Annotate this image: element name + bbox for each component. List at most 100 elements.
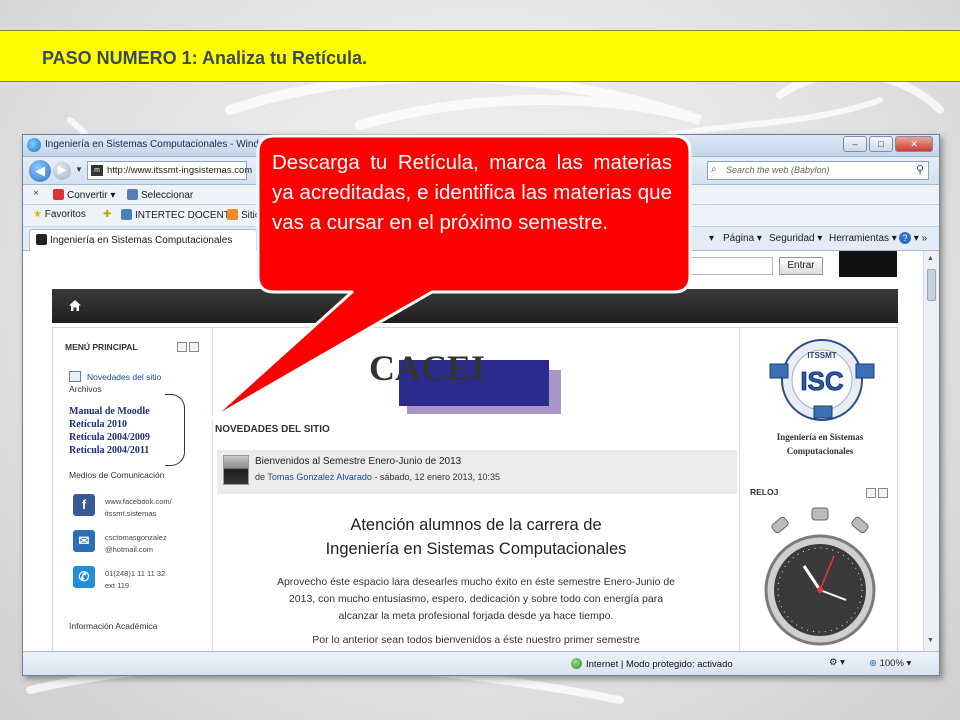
- post-date: - sábado, 12 enero 2013, 10:35: [374, 472, 501, 482]
- zoom-control[interactable]: ⊕ 100% ▾: [869, 658, 911, 669]
- search-provider-icon: ⌕: [711, 164, 717, 175]
- minimize-button[interactable]: –: [843, 136, 867, 152]
- collapse-icon[interactable]: [177, 342, 187, 352]
- stopwatch-clock-icon: [764, 507, 876, 646]
- convert-button[interactable]: Convertir ▾: [53, 189, 115, 201]
- search-icon[interactable]: ⚲: [916, 163, 924, 176]
- mail-icon[interactable]: ✉: [73, 530, 95, 552]
- mail-contact: csctomasgonzalez @hotmail.com: [105, 532, 167, 556]
- home-icon[interactable]: [68, 299, 82, 312]
- slide-header-bar: PASO NUMERO 1: Analiza tu Retícula.: [0, 30, 960, 82]
- top-banner-image: [839, 251, 897, 277]
- favorite-link-sitio[interactable]: Sitio: [227, 209, 260, 221]
- close-toolbar-icon[interactable]: ×: [33, 188, 39, 199]
- favorites-label: Favoritos: [44, 209, 86, 220]
- facebook-icon[interactable]: f: [73, 494, 95, 516]
- menu-herramientas[interactable]: Herramientas ▾: [829, 233, 897, 244]
- select-icon: [127, 189, 138, 200]
- doc-link-reticula-2010[interactable]: Retícula 2010: [69, 419, 127, 430]
- section-title: NOVEDADES DEL SITIO: [215, 424, 330, 435]
- doc-link-manual-moodle[interactable]: Manual de Moodle: [69, 406, 150, 417]
- pdf-icon: [53, 189, 64, 200]
- internet-zone-icon: [571, 658, 582, 669]
- select-button[interactable]: Seleccionar: [127, 189, 193, 201]
- site-navbar: [52, 289, 898, 323]
- help-icon[interactable]: ? ▾ »: [899, 232, 927, 244]
- maximize-button[interactable]: □: [869, 136, 893, 152]
- search-placeholder: Search the web (Babylon): [726, 165, 830, 175]
- announcement-body-2: 2013, con mucho entusiasmo, espero, dedi…: [288, 593, 664, 605]
- announcement-body-1: Aprovecho éste espacio lara desearles mu…: [276, 576, 676, 588]
- tab-content: Ingeniería en Sistemas Computacionales: [36, 234, 232, 246]
- left-sidebar: MENÚ PRINCIPAL Novedades del sitio Archi…: [53, 328, 213, 651]
- announcement-body-4: Por lo anterior sean todos bienvenidos a…: [312, 634, 640, 646]
- ie-logo-icon: [27, 138, 41, 152]
- tab-ingenieria[interactable]: Ingeniería en Sistemas Computacionales: [29, 229, 257, 251]
- announcement-heading-1: Atención alumnos de la carrera de: [350, 516, 602, 534]
- site-favicon: m: [91, 165, 103, 176]
- post-title: Bienvenidos al Semestre Enero-Junio de 2…: [255, 456, 462, 467]
- slide-title: PASO NUMERO 1: Analiza tu Retícula.: [42, 48, 368, 68]
- media-title: Medios de Comunicación: [69, 470, 165, 480]
- vertical-scrollbar[interactable]: ▲ ▼: [923, 251, 939, 651]
- address-text[interactable]: http://www.itssmt-ingsistemas.com: [107, 165, 252, 176]
- page-icon: [121, 209, 132, 220]
- clock-title: RELOJ: [750, 487, 779, 497]
- back-button[interactable]: ◀: [29, 160, 51, 182]
- page-menu-dropdown-icon[interactable]: ▾: [709, 233, 714, 244]
- zoom-icon: ⊕: [869, 658, 877, 669]
- tab-label: Ingeniería en Sistemas Computacionales: [50, 235, 233, 246]
- menu-pagina[interactable]: Página ▾: [723, 233, 762, 244]
- isc-logo: ITSSMT ISC: [769, 339, 875, 421]
- convert-label: Convertir: [67, 190, 108, 201]
- search-input[interactable]: ⌕ Search the web (Babylon) ⚲: [707, 161, 929, 180]
- site-content: MENÚ PRINCIPAL Novedades del sitio Archi…: [52, 327, 898, 651]
- announcement-heading-2: Ingeniería en Sistemas Computacionales: [325, 540, 627, 558]
- dock-icon[interactable]: [189, 342, 199, 352]
- scroll-thumb[interactable]: [927, 269, 936, 301]
- facebook-line-1: www.facebook.com/: [105, 497, 172, 506]
- clock-block-controls[interactable]: [866, 488, 888, 498]
- isc-logo-text: ISC: [800, 366, 844, 396]
- announcement-body-3: alcanzar la meta profesional forjada des…: [338, 610, 614, 622]
- close-window-button[interactable]: ✕: [895, 136, 933, 152]
- isc-caption-1: Ingeniería en Sistemas: [776, 432, 864, 442]
- files-label: Archivos: [69, 384, 102, 394]
- facebook-contact: www.facebook.com/itssmt.sistemas: [105, 496, 172, 520]
- favorite-label-intertec: INTERTEC DOCENTE: [135, 210, 237, 221]
- browser-window-title: Ingeniería en Sistemas Computacionales -…: [45, 139, 283, 150]
- forward-button[interactable]: ▶: [53, 162, 71, 180]
- facebook-line-2: itssmt.sistemas: [105, 509, 157, 518]
- phone-icon[interactable]: ✆: [73, 566, 95, 588]
- isc-logo-top-text: ITSSMT: [807, 351, 836, 360]
- academic-info-title: Información Académica: [69, 621, 158, 631]
- doc-link-reticula-2004-2009[interactable]: Retícula 2004/2009: [69, 432, 150, 443]
- tab-favicon: [36, 234, 47, 245]
- page-viewport: Entrar MENÚ PRINCIPAL Novedades del siti…: [23, 251, 923, 651]
- favorites-button[interactable]: ★ Favoritos: [33, 209, 86, 220]
- phone-line-2: ext 119: [105, 581, 130, 590]
- zoom-level: 100%: [879, 658, 904, 669]
- isc-caption-2: Computacionales: [786, 446, 854, 456]
- doc-link-reticula-2004-2011[interactable]: Retícula 2004/2011: [69, 445, 149, 456]
- login-input[interactable]: [683, 257, 773, 275]
- post-author-link[interactable]: Tomas Gonzalez Alvarado: [267, 472, 372, 482]
- documents-bracket: [165, 394, 185, 466]
- favorite-label-sitio: Sitio: [241, 210, 261, 221]
- select-label: Seleccionar: [141, 190, 194, 201]
- history-dropdown-icon[interactable]: ▼: [75, 165, 83, 174]
- favorite-link-intertec[interactable]: INTERTEC DOCENTE: [121, 209, 237, 221]
- address-bar[interactable]: m http://www.itssmt-ingsistemas.com: [87, 161, 252, 180]
- scroll-down-icon[interactable]: ▼: [927, 637, 934, 644]
- enter-button[interactable]: Entrar: [779, 257, 823, 275]
- add-favorites-icon[interactable]: ✚: [103, 209, 111, 220]
- collapse-icon[interactable]: [866, 488, 876, 498]
- block-controls[interactable]: [177, 342, 199, 352]
- status-zone: Internet | Modo protegido: activado: [571, 658, 733, 670]
- scroll-up-icon[interactable]: ▲: [927, 255, 934, 262]
- news-link[interactable]: Novedades del sitio: [87, 372, 161, 382]
- status-bar: Internet | Modo protegido: activado ⚙ ▾ …: [23, 651, 939, 675]
- menu-seguridad[interactable]: Seguridad ▾: [769, 233, 822, 244]
- dock-icon[interactable]: [878, 488, 888, 498]
- protected-mode-icon[interactable]: ⚙ ▾: [829, 657, 845, 668]
